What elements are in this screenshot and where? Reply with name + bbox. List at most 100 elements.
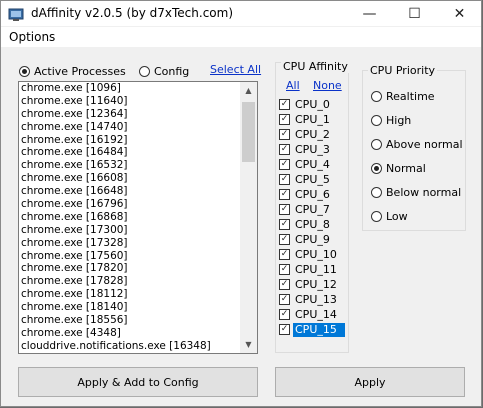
cpu-checkbox[interactable]: ✓ — [279, 249, 290, 260]
scroll-up-icon[interactable]: ▲ — [240, 82, 257, 99]
process-list-item[interactable]: chrome.exe [16532] — [21, 159, 241, 172]
process-list[interactable]: chrome.exe [1096] chrome.exe [11640] chrom… — [18, 81, 258, 354]
scroll-thumb[interactable] — [242, 102, 255, 162]
active-processes-radio[interactable] — [19, 66, 30, 77]
priority-radio[interactable] — [371, 139, 382, 150]
cpu-checkbox-row[interactable]: ✓ CPU_5 — [279, 173, 345, 187]
priority-radio-label[interactable]: Normal — [386, 162, 426, 175]
process-list-item[interactable]: chrome.exe [17820] — [21, 262, 241, 275]
cpu-checkbox[interactable]: ✓ — [279, 174, 290, 185]
process-list-item[interactable]: chrome.exe [18140] — [21, 301, 241, 314]
process-list-item[interactable]: chrome.exe [16192] — [21, 134, 241, 147]
cpu-checkbox-row[interactable]: ✓ CPU_1 — [279, 113, 345, 127]
priority-radio-label[interactable]: Above normal — [386, 138, 463, 151]
cpu-checkbox[interactable]: ✓ — [279, 324, 290, 335]
cpu-checkbox-row[interactable]: ✓ CPU_14 — [279, 308, 345, 322]
process-list-item[interactable]: chrome.exe [12364] — [21, 108, 241, 121]
config-label[interactable]: Config — [154, 65, 189, 78]
cpu-checkbox-label[interactable]: CPU_6 — [293, 188, 332, 202]
priority-radio[interactable] — [371, 91, 382, 102]
cpu-checkbox-row[interactable]: ✓ CPU_6 — [279, 188, 345, 202]
cpu-checkbox-row[interactable]: ✓ CPU_11 — [279, 263, 345, 277]
config-radio[interactable] — [139, 66, 150, 77]
cpu-checkbox-label[interactable]: CPU_5 — [293, 173, 332, 187]
priority-radio-label[interactable]: Low — [386, 210, 408, 223]
cpu-checkbox-row[interactable]: ✓ CPU_4 — [279, 158, 345, 172]
process-list-item[interactable]: chrome.exe [16796] — [21, 198, 241, 211]
maximize-button[interactable]: ☐ — [392, 1, 437, 26]
priority-radio[interactable] — [371, 163, 382, 174]
cpu-checkbox-label[interactable]: CPU_4 — [293, 158, 332, 172]
cpu-checkbox-label[interactable]: CPU_14 — [293, 308, 339, 322]
process-list-item[interactable]: chrome.exe [16648] — [21, 185, 241, 198]
cpu-checkbox[interactable]: ✓ — [279, 159, 290, 170]
cpu-checkbox-label[interactable]: CPU_10 — [293, 248, 339, 262]
cpu-checkbox-label[interactable]: CPU_13 — [293, 293, 339, 307]
priority-radio[interactable] — [371, 115, 382, 126]
cpu-checkbox[interactable]: ✓ — [279, 264, 290, 275]
cpu-checkbox[interactable]: ✓ — [279, 279, 290, 290]
cpu-checkbox-row[interactable]: ✓ CPU_2 — [279, 128, 345, 142]
priority-radio[interactable] — [371, 187, 382, 198]
process-list-item[interactable]: chrome.exe [18556] — [21, 314, 241, 327]
process-list-scrollbar[interactable]: ▲ ▼ — [240, 82, 257, 353]
cpu-checkbox[interactable]: ✓ — [279, 309, 290, 320]
cpu-checkbox-label[interactable]: CPU_1 — [293, 113, 332, 127]
cpu-checkbox[interactable]: ✓ — [279, 144, 290, 155]
cpu-none-link[interactable]: None — [313, 79, 342, 92]
cpu-checkbox-row[interactable]: ✓ CPU_15 — [279, 323, 345, 337]
cpu-checkbox-label[interactable]: CPU_9 — [293, 233, 332, 247]
cpu-checkbox-row[interactable]: ✓ CPU_10 — [279, 248, 345, 262]
cpu-checkbox-row[interactable]: ✓ CPU_3 — [279, 143, 345, 157]
cpu-checkbox-row[interactable]: ✓ CPU_0 — [279, 98, 345, 112]
cpu-checkbox[interactable]: ✓ — [279, 204, 290, 215]
priority-radio-label[interactable]: High — [386, 114, 411, 127]
process-list-item[interactable]: chrome.exe [11640] — [21, 95, 241, 108]
cpu-checkbox-label[interactable]: CPU_0 — [293, 98, 332, 112]
scroll-down-icon[interactable]: ▼ — [240, 336, 257, 353]
priority-radio-label[interactable]: Below normal — [386, 186, 461, 199]
title-bar[interactable]: dAffinity v2.0.5 (by d7xTech.com) — ☐ ✕ — [1, 1, 481, 26]
cpu-checkbox-label[interactable]: CPU_3 — [293, 143, 332, 157]
cpu-checkbox-row[interactable]: ✓ CPU_9 — [279, 233, 345, 247]
menu-options[interactable]: Options — [9, 30, 55, 44]
cpu-checkbox[interactable]: ✓ — [279, 129, 290, 140]
cpu-checkbox[interactable]: ✓ — [279, 99, 290, 110]
minimize-button[interactable]: — — [347, 1, 392, 26]
cpu-checkbox[interactable]: ✓ — [279, 234, 290, 245]
cpu-checkbox-label[interactable]: CPU_15 — [293, 323, 345, 337]
process-list-item[interactable]: chrome.exe [16484] — [21, 146, 241, 159]
priority-radio-label[interactable]: Realtime — [386, 90, 435, 103]
apply-add-to-config-button[interactable]: Apply & Add to Config — [18, 367, 258, 397]
cpu-checkbox-row[interactable]: ✓ CPU_12 — [279, 278, 345, 292]
process-list-item[interactable]: chrome.exe [16868] — [21, 211, 241, 224]
cpu-checkbox[interactable]: ✓ — [279, 294, 290, 305]
cpu-checkbox[interactable]: ✓ — [279, 219, 290, 230]
process-list-item[interactable]: clouddrive.notifications.exe [16348] — [21, 340, 241, 353]
process-list-item[interactable]: chrome.exe [1096] — [21, 82, 241, 95]
process-list-item[interactable]: chrome.exe [17328] — [21, 237, 241, 250]
cpu-all-link[interactable]: All — [286, 79, 300, 92]
apply-button[interactable]: Apply — [275, 367, 465, 397]
cpu-checkbox-label[interactable]: CPU_7 — [293, 203, 332, 217]
select-all-link[interactable]: Select All — [210, 63, 261, 76]
cpu-checkbox-row[interactable]: ✓ CPU_13 — [279, 293, 345, 307]
priority-radio[interactable] — [371, 211, 382, 222]
process-list-item[interactable]: chrome.exe [17560] — [21, 250, 241, 263]
cpu-checkbox[interactable]: ✓ — [279, 189, 290, 200]
process-list-item[interactable]: chrome.exe [4348] — [21, 327, 241, 340]
process-list-item[interactable]: chrome.exe [14740] — [21, 121, 241, 134]
cpu-checkbox-row[interactable]: ✓ CPU_8 — [279, 218, 345, 232]
close-button[interactable]: ✕ — [437, 1, 482, 26]
cpu-checkbox-label[interactable]: CPU_11 — [293, 263, 339, 277]
process-list-item[interactable]: chrome.exe [18112] — [21, 288, 241, 301]
active-processes-label[interactable]: Active Processes — [34, 65, 126, 78]
cpu-checkbox-label[interactable]: CPU_12 — [293, 278, 339, 292]
cpu-checkbox-row[interactable]: ✓ CPU_7 — [279, 203, 345, 217]
process-list-item[interactable]: chrome.exe [17828] — [21, 275, 241, 288]
cpu-checkbox-label[interactable]: CPU_2 — [293, 128, 332, 142]
cpu-checkbox[interactable]: ✓ — [279, 114, 290, 125]
cpu-checkbox-label[interactable]: CPU_8 — [293, 218, 332, 232]
process-list-item[interactable]: chrome.exe [16608] — [21, 172, 241, 185]
process-list-item[interactable]: chrome.exe [17300] — [21, 224, 241, 237]
